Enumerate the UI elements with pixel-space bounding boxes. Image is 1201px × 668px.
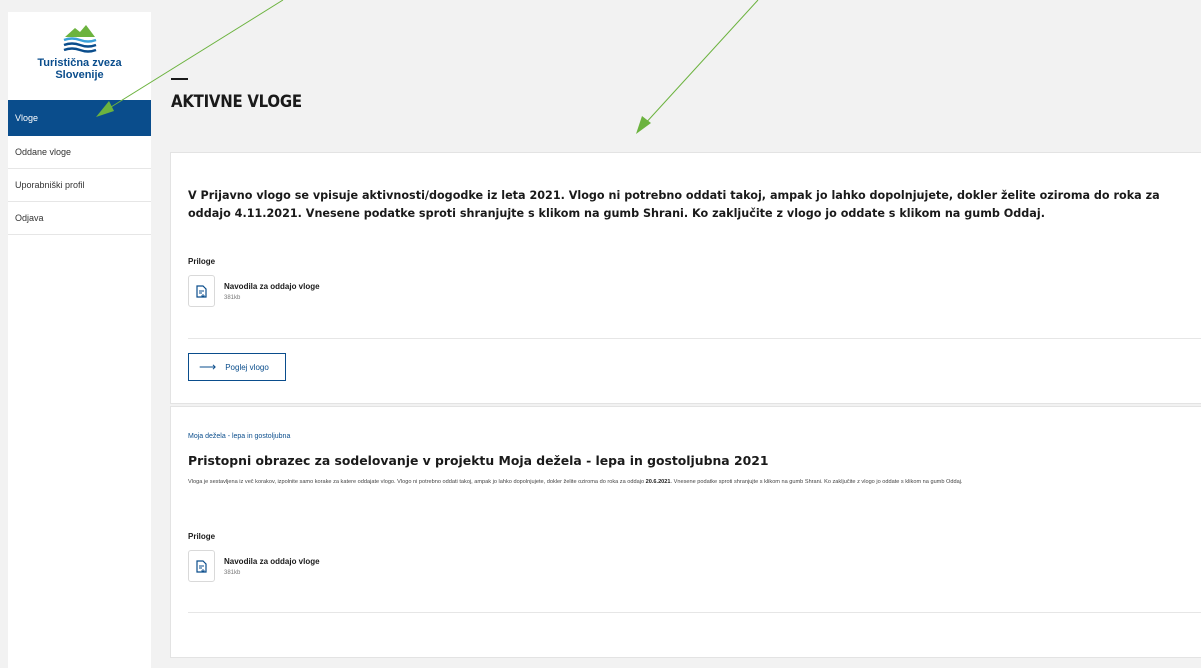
view-application-button[interactable]: ⟶ Poglej vlogo xyxy=(188,353,286,381)
page-title: AKTIVNE VLOGE xyxy=(171,92,302,112)
logo-text-line2: Slovenije xyxy=(55,69,104,81)
main-content: AKTIVNE VLOGE V Prijavno vlogo se vpisuj… xyxy=(151,12,1201,668)
sidebar-item-uporabniski-profil[interactable]: Uporabniški profil xyxy=(8,169,151,202)
attachments-label: Priloge xyxy=(188,257,216,266)
top-bar xyxy=(0,0,1201,12)
intro-text: V Prijavno vlogo se vpisuje aktivnosti/d… xyxy=(188,189,1160,220)
sidebar: Turistična zveza Slovenije Vloge Oddane … xyxy=(8,12,151,668)
document-icon xyxy=(188,550,215,582)
sidebar-item-vloge[interactable]: Vloge xyxy=(8,100,151,136)
attachment-item[interactable]: Navodila za oddajo vloge 381kb xyxy=(188,550,320,582)
project-description: Vloga je sestavljena iz več korakov, izp… xyxy=(188,478,1148,487)
logo-text-line1: Turistična zveza xyxy=(37,57,122,69)
application-card: V Prijavno vlogo se vpisuje aktivnosti/d… xyxy=(170,152,1201,404)
view-application-label: Poglej vlogo xyxy=(225,362,269,372)
logo[interactable]: Turistična zveza Slovenije xyxy=(8,12,151,100)
project-title: Pristopni obrazec za sodelovanje v proje… xyxy=(188,453,769,468)
attachment-item[interactable]: Navodila za oddajo vloge 381kb xyxy=(188,275,320,307)
project-category: Moja dežela - lepa in gostoljubna xyxy=(188,433,291,440)
project-card: Moja dežela - lepa in gostoljubna Pristo… xyxy=(170,406,1201,658)
attachments-label: Priloge xyxy=(188,532,216,541)
desc-after: . Vnesene podatke sproti shranjujte s kl… xyxy=(670,479,963,485)
sidebar-nav: Vloge Oddane vloge Uporabniški profil Od… xyxy=(8,100,151,235)
attachment-size: 381kb xyxy=(224,570,241,576)
logo-icon xyxy=(63,25,96,53)
sidebar-item-odjava[interactable]: Odjava xyxy=(8,202,151,235)
attachment-name[interactable]: Navodila za oddajo vloge xyxy=(224,282,320,291)
card-divider xyxy=(188,612,1201,613)
document-icon xyxy=(188,275,215,307)
attachment-size: 381kb xyxy=(224,295,241,301)
logo-text: Turistična zveza Slovenije xyxy=(37,57,121,81)
title-dash xyxy=(171,78,188,80)
desc-before: Vloga je sestavljena iz več korakov, izp… xyxy=(188,479,646,485)
arrow-right-icon: ⟶ xyxy=(199,360,217,374)
attachment-name[interactable]: Navodila za oddajo vloge xyxy=(224,557,320,566)
card-divider xyxy=(188,338,1201,339)
sidebar-item-oddane-vloge[interactable]: Oddane vloge xyxy=(8,136,151,169)
desc-date: 20.6.2021 xyxy=(645,479,671,485)
